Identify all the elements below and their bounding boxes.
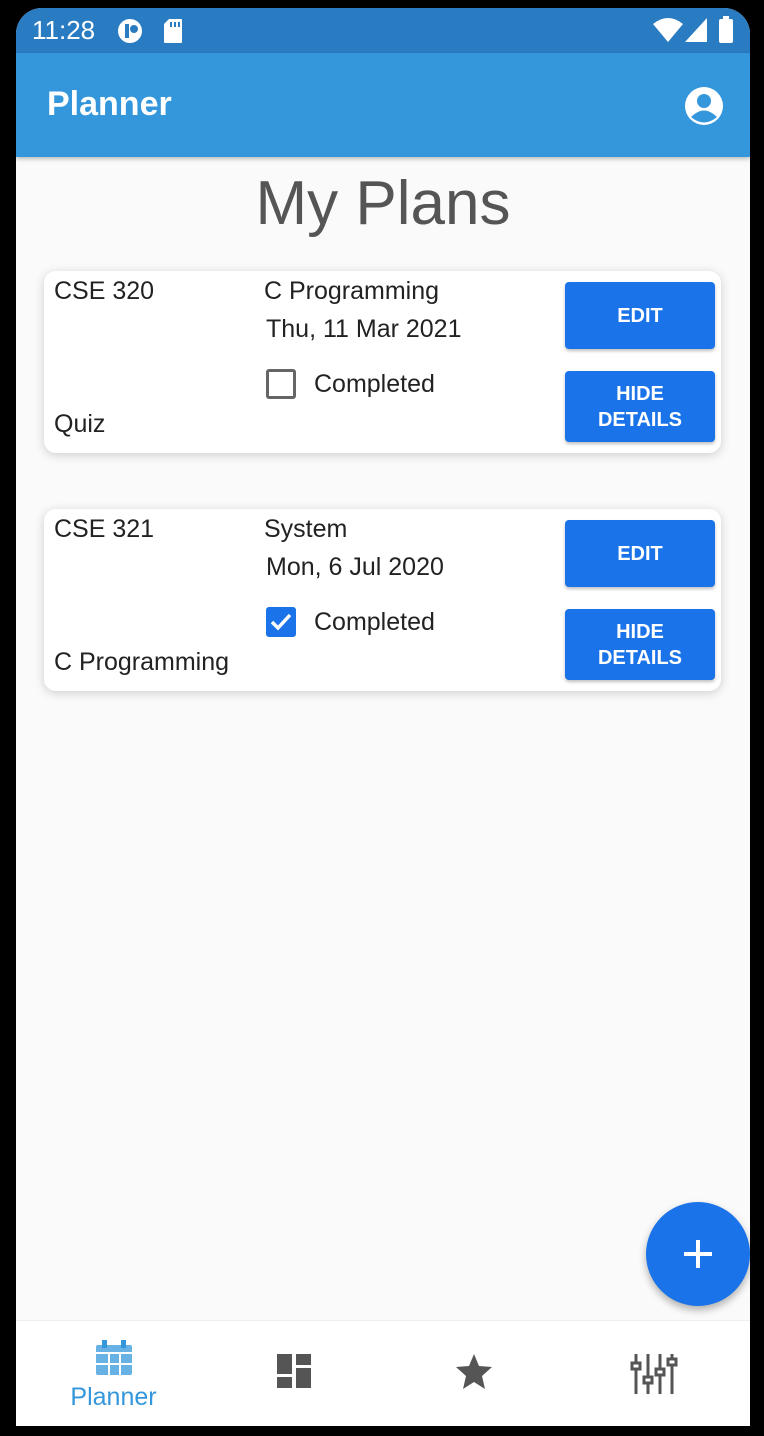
nav-item-favorites[interactable] xyxy=(382,1321,565,1426)
app-title: Planner xyxy=(47,85,172,123)
dashboard-icon xyxy=(276,1353,312,1394)
plan-type: C Programming xyxy=(54,648,230,676)
hide-details-button[interactable]: HIDE DETAILS xyxy=(565,371,715,442)
status-time: 11:28 xyxy=(32,15,96,45)
wifi-icon xyxy=(653,17,683,48)
plan-date: Mon, 6 Jul 2020 xyxy=(266,553,444,581)
nav-item-dashboard[interactable] xyxy=(202,1321,385,1426)
edit-button[interactable]: EDIT xyxy=(565,282,715,349)
bottom-navigation: Planner xyxy=(16,1320,750,1426)
status-bar: 11:28 xyxy=(16,8,750,53)
phone-screen: 11:28 Planner My Plans CSE 320 C Program… xyxy=(16,8,750,1426)
app-bar: Planner xyxy=(16,53,750,157)
page-title: My Plans xyxy=(255,169,511,238)
nav-label-planner: Planner xyxy=(70,1383,157,1411)
signal-icon xyxy=(684,17,708,48)
plan-course: CSE 320 xyxy=(54,277,155,305)
plan-date: Thu, 11 Mar 2021 xyxy=(266,315,462,343)
battery-icon xyxy=(718,16,734,49)
plan-card: CSE 321 System Mon, 6 Jul 2020 Completed… xyxy=(44,509,721,691)
hide-details-button[interactable]: HIDE DETAILS xyxy=(565,609,715,680)
sd-card-icon xyxy=(163,18,183,49)
completed-checkbox[interactable] xyxy=(266,369,296,399)
nav-item-planner[interactable]: Planner xyxy=(22,1321,205,1426)
plan-topic: System xyxy=(264,515,348,543)
sliders-icon xyxy=(630,1353,678,1400)
completed-checkbox[interactable] xyxy=(266,607,296,637)
completed-row: Completed xyxy=(266,605,435,639)
completed-row: Completed xyxy=(266,367,435,401)
plan-card: CSE 320 C Programming Thu, 11 Mar 2021 C… xyxy=(44,271,721,453)
app-notification-icon xyxy=(117,18,145,49)
plan-course: CSE 321 xyxy=(54,515,155,543)
plan-topic: C Programming xyxy=(264,277,440,305)
calendar-icon xyxy=(95,1340,133,1381)
plan-type: Quiz xyxy=(54,410,106,438)
add-plan-button[interactable] xyxy=(646,1202,750,1306)
edit-button[interactable]: EDIT xyxy=(565,520,715,587)
checkmark-icon xyxy=(270,613,292,631)
plus-icon xyxy=(684,1240,712,1268)
completed-label: Completed xyxy=(314,369,435,398)
account-circle-icon[interactable] xyxy=(684,86,724,126)
completed-label: Completed xyxy=(314,607,435,636)
nav-item-settings[interactable] xyxy=(562,1321,745,1426)
star-icon xyxy=(454,1353,494,1396)
